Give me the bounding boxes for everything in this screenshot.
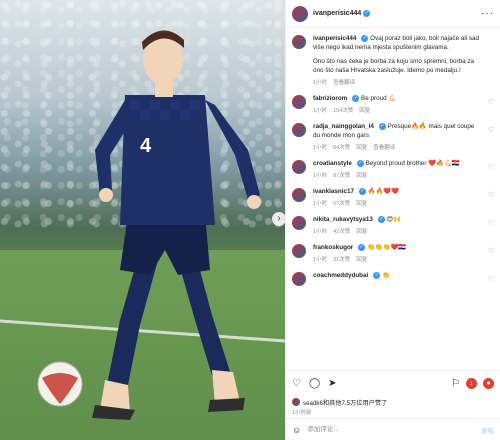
comment: coachmeddydubai ✓ 👏 ♡ — [292, 271, 494, 286]
comment: radja_nainggolan_l4 ✓ Presque🔥🔥 mais quel… — [292, 122, 494, 151]
comment-text: Be proud 💪🏻 — [361, 95, 397, 102]
comment-time: 1小时 — [313, 173, 328, 179]
action-bar: ♡ ◯ ➤ ⚐ ↓ ● — [286, 370, 500, 396]
commenter-avatar[interactable] — [292, 95, 306, 109]
add-comment-bar: ☺ 发布 — [286, 418, 500, 440]
caption-text-2: Ono što nas čeka je borba za koju smo sp… — [313, 58, 475, 74]
heart-icon[interactable]: ♡ — [488, 247, 494, 255]
bookmark-icon[interactable]: ⚐ — [451, 378, 460, 389]
download-icon[interactable]: ↓ — [466, 378, 477, 389]
more-horizontal-icon[interactable]: ··· — [481, 8, 494, 19]
comment-likes[interactable]: 87次赞 — [333, 173, 350, 179]
heart-icon[interactable]: ♡ — [488, 219, 494, 227]
comment-time: 1小时 — [313, 257, 328, 263]
comment-reply[interactable]: 回复 — [356, 173, 367, 179]
commenter-avatar[interactable] — [292, 160, 306, 174]
heart-icon[interactable]: ♡ — [488, 98, 494, 106]
heart-icon[interactable]: ♡ — [488, 191, 494, 199]
comment-likes[interactable]: 64次赞 — [333, 145, 350, 151]
comment-username[interactable]: ivanklasnic17 — [313, 188, 354, 195]
heart-icon[interactable]: ♡ — [488, 163, 494, 171]
caption-time: 1小时 — [313, 80, 328, 86]
post-photo: 4 › — [0, 0, 285, 440]
heart-icon[interactable]: ♡ — [488, 275, 494, 283]
comment: ivanklasnic17 ✓ 🔥🔥❤️❤️ 1小时 57次赞 回复 ♡ — [292, 187, 494, 207]
comment-username[interactable]: nikita_rukavytsya13 — [313, 216, 373, 223]
comment-username[interactable]: fabriziorom — [313, 95, 347, 102]
heart-icon[interactable]: ♡ — [488, 126, 494, 134]
comment-input[interactable] — [307, 426, 481, 433]
verified-badge-icon: ✓ — [377, 215, 385, 223]
comment-reply[interactable]: 回复 — [359, 108, 370, 114]
heart-icon[interactable]: ♡ — [292, 378, 301, 389]
comment-text: 👏👏👏❤️🇭🇷 — [367, 244, 407, 251]
comments-list: ivanperisic444 ✓ Ovaj poraz boli jako, bo… — [286, 28, 500, 370]
comment-translate[interactable]: 查看翻译 — [373, 145, 395, 151]
verified-badge-icon: ✓ — [358, 187, 366, 195]
author-avatar[interactable] — [292, 5, 308, 22]
comment: nikita_rukavytsya13 ✓ 😍🙌 1小时 42次赞 回复 ♡ — [292, 215, 494, 235]
commenter-avatar[interactable] — [292, 123, 306, 137]
comment-time: 1小时 — [313, 108, 328, 114]
likes-text[interactable]: seadk6和其他7.5万位用户赞了 — [303, 398, 387, 407]
comment-username[interactable]: frankoskugor — [313, 244, 353, 251]
comment: frankoskugor ✓ 👏👏👏❤️🇭🇷 1小时 31次赞 回复 ♡ — [292, 243, 494, 263]
verified-badge-icon: ✓ — [363, 10, 371, 17]
commenter-avatar[interactable] — [292, 272, 306, 286]
caption: ivanperisic444 ✓ Ovaj poraz boli jako, bo… — [292, 34, 494, 86]
caption-translate[interactable]: 查看翻译 — [333, 80, 355, 86]
verified-badge-icon: ✓ — [358, 243, 366, 251]
comment-reply[interactable]: 回复 — [356, 229, 367, 235]
share-icon[interactable]: ➤ — [328, 378, 336, 389]
comment-text: 👏 — [382, 272, 390, 279]
record-icon[interactable]: ● — [483, 378, 494, 389]
comment-likes[interactable]: 31次赞 — [333, 257, 350, 263]
commenter-avatar[interactable] — [292, 244, 306, 258]
comment-time: 1小时 — [313, 201, 328, 207]
liker-avatar — [292, 398, 300, 406]
post-side-panel: ivanperisic444 ✓ ··· ivanperisic444 ✓ Ova… — [285, 0, 500, 440]
comment-likes[interactable]: 42次赞 — [333, 229, 350, 235]
author-avatar[interactable] — [292, 35, 306, 49]
comment-username[interactable]: radja_nainggolan_l4 — [313, 123, 374, 130]
comment-time: 1小时 — [313, 229, 328, 235]
likes-summary[interactable]: seadk6和其他7.5万位用户赞了 — [286, 396, 500, 408]
comment-username[interactable]: coachmeddydubai — [313, 272, 368, 279]
commenter-avatar[interactable] — [292, 216, 306, 230]
verified-badge-icon: ✓ — [361, 34, 369, 42]
post-viewer: 4 › ivanperisic444 ✓ ··· ivanperisic444 … — [0, 0, 500, 440]
comment-icon[interactable]: ◯ — [309, 378, 320, 389]
next-photo-chevron-right-icon[interactable]: › — [272, 212, 285, 226]
svg-text:4: 4 — [140, 135, 152, 157]
emoji-icon[interactable]: ☺ — [292, 425, 301, 435]
post-header: ivanperisic444 ✓ ··· — [286, 0, 500, 28]
comment-text: Beyond proud brother ❤️🔥💪🏻🇭🇷 — [365, 160, 460, 167]
verified-badge-icon: ✓ — [373, 271, 381, 279]
comment-reply[interactable]: 回复 — [356, 201, 367, 207]
caption-username[interactable]: ivanperisic444 — [313, 35, 356, 42]
comment: croatianstyle ✓ Beyond proud brother ❤️🔥💪… — [292, 159, 494, 179]
comment-likes[interactable]: 154次赞 — [333, 108, 353, 114]
comment-time: 1小时 — [313, 145, 328, 151]
post-time: 1小时前 — [292, 410, 312, 416]
comment-reply[interactable]: 回复 — [356, 257, 367, 263]
verified-badge-icon: ✓ — [352, 94, 360, 102]
comment-username[interactable]: croatianstyle — [313, 160, 352, 167]
comment-text: 😍🙌 — [386, 216, 402, 223]
verified-badge-icon: ✓ — [356, 159, 364, 167]
comment: fabriziorom ✓ Be proud 💪🏻 1小时 154次赞 回复 ♡ — [292, 94, 494, 114]
verified-badge-icon: ✓ — [378, 122, 386, 130]
commenter-avatar[interactable] — [292, 188, 306, 202]
post-comment-button[interactable]: 发布 — [481, 425, 494, 435]
player-illustration: 4 — [37, 30, 261, 420]
comment-text: 🔥🔥❤️❤️ — [367, 188, 400, 195]
author-username[interactable]: ivanperisic444 — [313, 10, 361, 17]
comment-likes[interactable]: 57次赞 — [333, 201, 350, 207]
comment-reply[interactable]: 回复 — [356, 145, 367, 151]
